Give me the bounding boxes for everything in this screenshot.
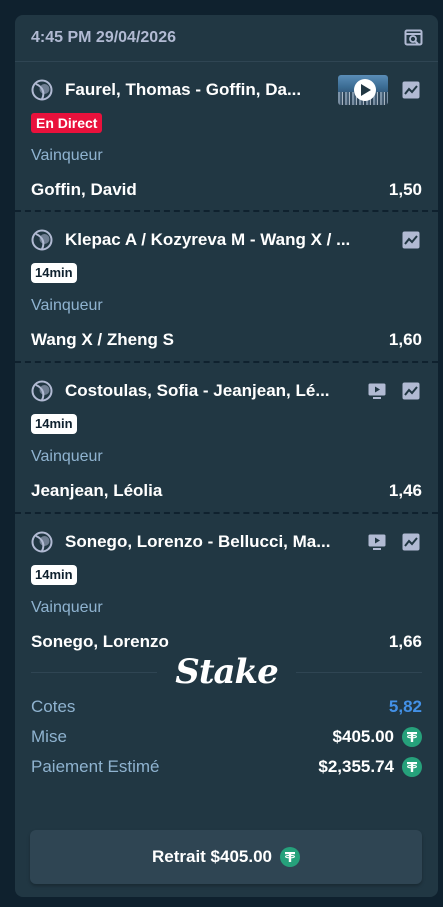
bet-slip-card: 4:45 PM 29/04/2026 Faurel, Thomas - Goff… [15,15,438,897]
bet-leg: Faurel, Thomas - Goffin, Da... En Direct… [15,62,438,210]
event-name[interactable]: Klepac A / Kozyreva M - Wang X / ... [65,230,388,250]
selection-odds: 1,46 [388,481,422,500]
stake-value: $405.00 [332,727,394,746]
selection-name: Wang X / Zheng S [31,330,174,349]
bet-leg: Sonego, Lorenzo - Bellucci, Ma... 14min … [15,514,438,652]
bet-leg: Klepac A / Kozyreva M - Wang X / ... 14m… [15,212,438,361]
cashout-button[interactable]: Retrait $405.00 [30,830,422,884]
tv-play-icon[interactable] [366,380,388,402]
trending-chart-icon[interactable] [400,531,422,553]
tennis-ball-icon [31,531,53,553]
tether-icon [280,847,301,867]
live-stream-thumbnail[interactable] [338,75,388,105]
stake-logo: Stake [175,652,278,692]
selection-odds: 1,66 [388,632,422,651]
market-label: Vainqueur [31,297,103,314]
match-time-badge: 14min [31,263,77,283]
payout-row: Paiement Estimé $2,355.74 [31,752,422,782]
total-odds-row: Cotes 5,82 [31,692,422,722]
bet-timestamp: 4:45 PM 29/04/2026 [31,29,176,46]
selection-name: Jeanjean, Léolia [31,481,163,500]
bet-summary: Cotes 5,82 Mise $405.00 Paiement Estimé … [15,692,438,782]
payout-label: Paiement Estimé [31,757,160,776]
play-icon [354,79,376,101]
total-odds-label: Cotes [31,697,76,716]
tether-icon [402,757,422,777]
live-badge: En Direct [31,113,103,133]
selection-name: Sonego, Lorenzo [31,632,169,651]
bet-header: 4:45 PM 29/04/2026 [15,15,438,62]
stake-label: Mise [31,727,67,746]
bet-leg: Costoulas, Sofia - Jeanjean, Lé... 14min… [15,363,438,512]
payout-value: $2,355.74 [318,757,394,776]
tether-icon [402,727,422,747]
stake-row: Mise $405.00 [31,722,422,752]
market-label: Vainqueur [31,448,103,465]
match-time-badge: 14min [31,414,77,434]
search-icon[interactable] [404,28,424,48]
tennis-ball-icon [31,380,53,402]
tv-play-icon[interactable] [366,531,388,553]
trending-chart-icon[interactable] [400,380,422,402]
event-name[interactable]: Costoulas, Sofia - Jeanjean, Lé... [65,381,354,401]
market-label: Vainqueur [31,147,103,164]
selection-odds: 1,50 [388,180,422,199]
trending-chart-icon[interactable] [400,79,422,101]
selection-name: Goffin, David [31,180,137,199]
total-odds-value: 5,82 [388,697,422,716]
trending-chart-icon[interactable] [400,229,422,251]
market-label: Vainqueur [31,599,103,616]
brand-separator: Stake [15,652,438,692]
cashout-label: Retrait $405.00 [151,847,273,866]
event-name[interactable]: Sonego, Lorenzo - Bellucci, Ma... [65,532,354,552]
match-time-badge: 14min [31,565,77,585]
tennis-ball-icon [31,79,53,101]
selection-odds: 1,60 [388,330,422,349]
event-name[interactable]: Faurel, Thomas - Goffin, Da... [65,80,326,100]
tennis-ball-icon [31,229,53,251]
